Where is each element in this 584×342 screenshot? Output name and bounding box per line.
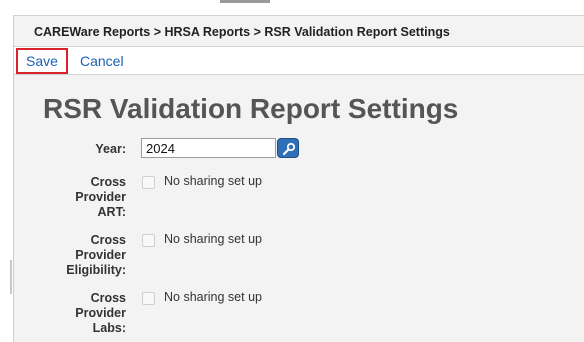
- cross-provider-eligibility-label: Cross Provider Eligibility:: [6, 233, 126, 278]
- label-line: Provider: [75, 306, 126, 320]
- label-line: Provider: [75, 190, 126, 204]
- page-title: RSR Validation Report Settings: [43, 93, 459, 124]
- top-strip: [0, 0, 584, 15]
- content-area: CAREWare Reports > HRSA Reports > RSR Va…: [13, 15, 584, 342]
- label-line: Eligibility:: [66, 263, 126, 277]
- toolbar: Save Cancel: [14, 47, 584, 75]
- year-lookup-button[interactable]: [277, 138, 299, 158]
- year-label: Year:: [95, 142, 126, 156]
- label-line: Provider: [75, 248, 126, 262]
- label-line: Labs:: [92, 321, 126, 335]
- cross-provider-art-text: No sharing set up: [164, 174, 262, 188]
- label-line: ART:: [97, 205, 126, 219]
- label-line: Cross: [90, 175, 126, 189]
- lookup-icon: [282, 142, 296, 156]
- save-button[interactable]: Save: [26, 53, 58, 69]
- cross-provider-labs-checkbox[interactable]: [142, 292, 155, 305]
- cross-provider-eligibility-text: No sharing set up: [164, 232, 262, 246]
- cancel-button[interactable]: Cancel: [80, 53, 124, 69]
- cross-provider-labs-text: No sharing set up: [164, 290, 262, 304]
- cross-provider-art-checkbox[interactable]: [142, 176, 155, 189]
- year-input[interactable]: [141, 138, 276, 158]
- label-line: Cross: [90, 233, 126, 247]
- page: CAREWare Reports > HRSA Reports > RSR Va…: [0, 0, 584, 342]
- top-strip-accent: [220, 0, 270, 3]
- breadcrumb: CAREWare Reports > HRSA Reports > RSR Va…: [34, 25, 450, 39]
- label-line: Cross: [90, 291, 126, 305]
- breadcrumb-bar: CAREWare Reports > HRSA Reports > RSR Va…: [14, 15, 584, 47]
- cross-provider-labs-label: Cross Provider Labs:: [6, 291, 126, 336]
- cross-provider-eligibility-checkbox[interactable]: [142, 234, 155, 247]
- cross-provider-art-label: Cross Provider ART:: [6, 175, 126, 220]
